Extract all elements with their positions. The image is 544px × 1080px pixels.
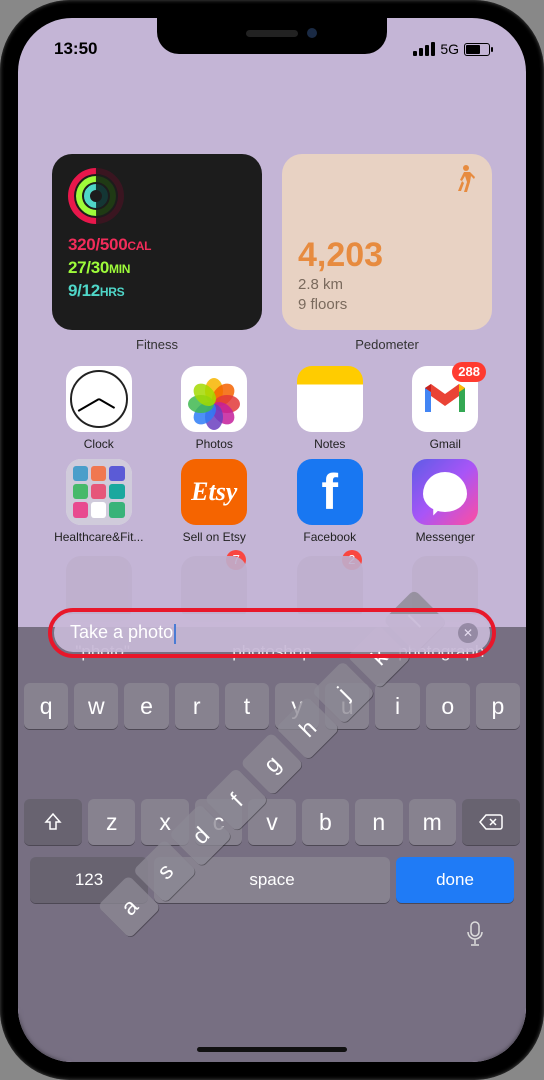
- dictation-icon[interactable]: [466, 921, 484, 953]
- search-field[interactable]: Take a photo ✕: [54, 614, 490, 652]
- key-o[interactable]: o: [426, 683, 470, 729]
- etsy-icon: Etsy: [181, 459, 247, 525]
- app-photos[interactable]: Photos: [164, 366, 266, 451]
- notes-icon: [297, 366, 363, 432]
- messenger-icon: [412, 459, 478, 525]
- phone-frame: 13:50 5G 320/500CAL 27/30MIN 9/12HRS: [0, 0, 544, 1080]
- key-e[interactable]: e: [124, 683, 168, 729]
- key-b[interactable]: b: [302, 799, 349, 845]
- pedometer-widget[interactable]: 4,203 2.8 km 9 floors: [282, 154, 492, 330]
- folder-icon: [66, 459, 132, 525]
- hint-app-1[interactable]: [48, 556, 150, 580]
- pedometer-label: Pedometer: [282, 337, 492, 352]
- walk-icon: [452, 164, 478, 200]
- hint-app-2[interactable]: 7: [164, 556, 266, 580]
- key-i[interactable]: i: [375, 683, 419, 729]
- search-highlight: Take a photo ✕: [48, 608, 496, 658]
- app-gmail[interactable]: 288 Gmail: [395, 366, 497, 451]
- key-t[interactable]: t: [225, 683, 269, 729]
- screen: 13:50 5G 320/500CAL 27/30MIN 9/12HRS: [18, 18, 526, 1062]
- pedometer-dist: 2.8 km: [298, 275, 476, 295]
- key-w[interactable]: w: [74, 683, 118, 729]
- fitness-min: 27/30: [68, 258, 109, 277]
- key-row-3: zxcvbnm: [24, 799, 520, 845]
- fitness-hrs: 9/12: [68, 281, 100, 300]
- clock-icon: [70, 370, 128, 428]
- hint-app-3[interactable]: 2: [279, 556, 381, 580]
- key-r[interactable]: r: [175, 683, 219, 729]
- app-etsy[interactable]: Etsy Sell on Etsy: [164, 459, 266, 544]
- pedometer-steps: 4,203: [298, 236, 476, 275]
- key-row-1: qwertyuiop: [24, 683, 520, 729]
- shift-key[interactable]: [24, 799, 82, 845]
- activity-rings-icon: [68, 168, 124, 224]
- app-facebook[interactable]: f Facebook: [279, 459, 381, 544]
- gmail-icon: [422, 382, 468, 416]
- pedometer-floors: 9 floors: [298, 295, 476, 315]
- clear-button[interactable]: ✕: [458, 623, 478, 643]
- keyboard: "photo" photoshop photograph qwertyuiop …: [18, 627, 526, 1062]
- search-text: Take a photo: [70, 622, 173, 642]
- key-z[interactable]: z: [88, 799, 135, 845]
- key-m[interactable]: m: [409, 799, 456, 845]
- key-p[interactable]: p: [476, 683, 520, 729]
- key-q[interactable]: q: [24, 683, 68, 729]
- photos-icon: [189, 374, 239, 424]
- done-key[interactable]: done: [396, 857, 514, 903]
- app-clock[interactable]: Clock: [48, 366, 150, 451]
- backspace-key[interactable]: [462, 799, 520, 845]
- hint-app-4[interactable]: [395, 556, 497, 580]
- fitness-widget[interactable]: 320/500CAL 27/30MIN 9/12HRS: [52, 154, 262, 330]
- key-n[interactable]: n: [355, 799, 402, 845]
- app-healthcare-folder[interactable]: Healthcare&Fit...: [48, 459, 150, 544]
- facebook-icon: f: [297, 459, 363, 525]
- app-notes[interactable]: Notes: [279, 366, 381, 451]
- text-caret: [174, 624, 176, 644]
- app-messenger[interactable]: Messenger: [395, 459, 497, 544]
- gmail-badge: 288: [452, 362, 486, 382]
- notch: [157, 18, 387, 54]
- fitness-label: Fitness: [52, 337, 262, 352]
- fitness-cal: 320/500: [68, 235, 127, 254]
- home-indicator[interactable]: [197, 1047, 347, 1052]
